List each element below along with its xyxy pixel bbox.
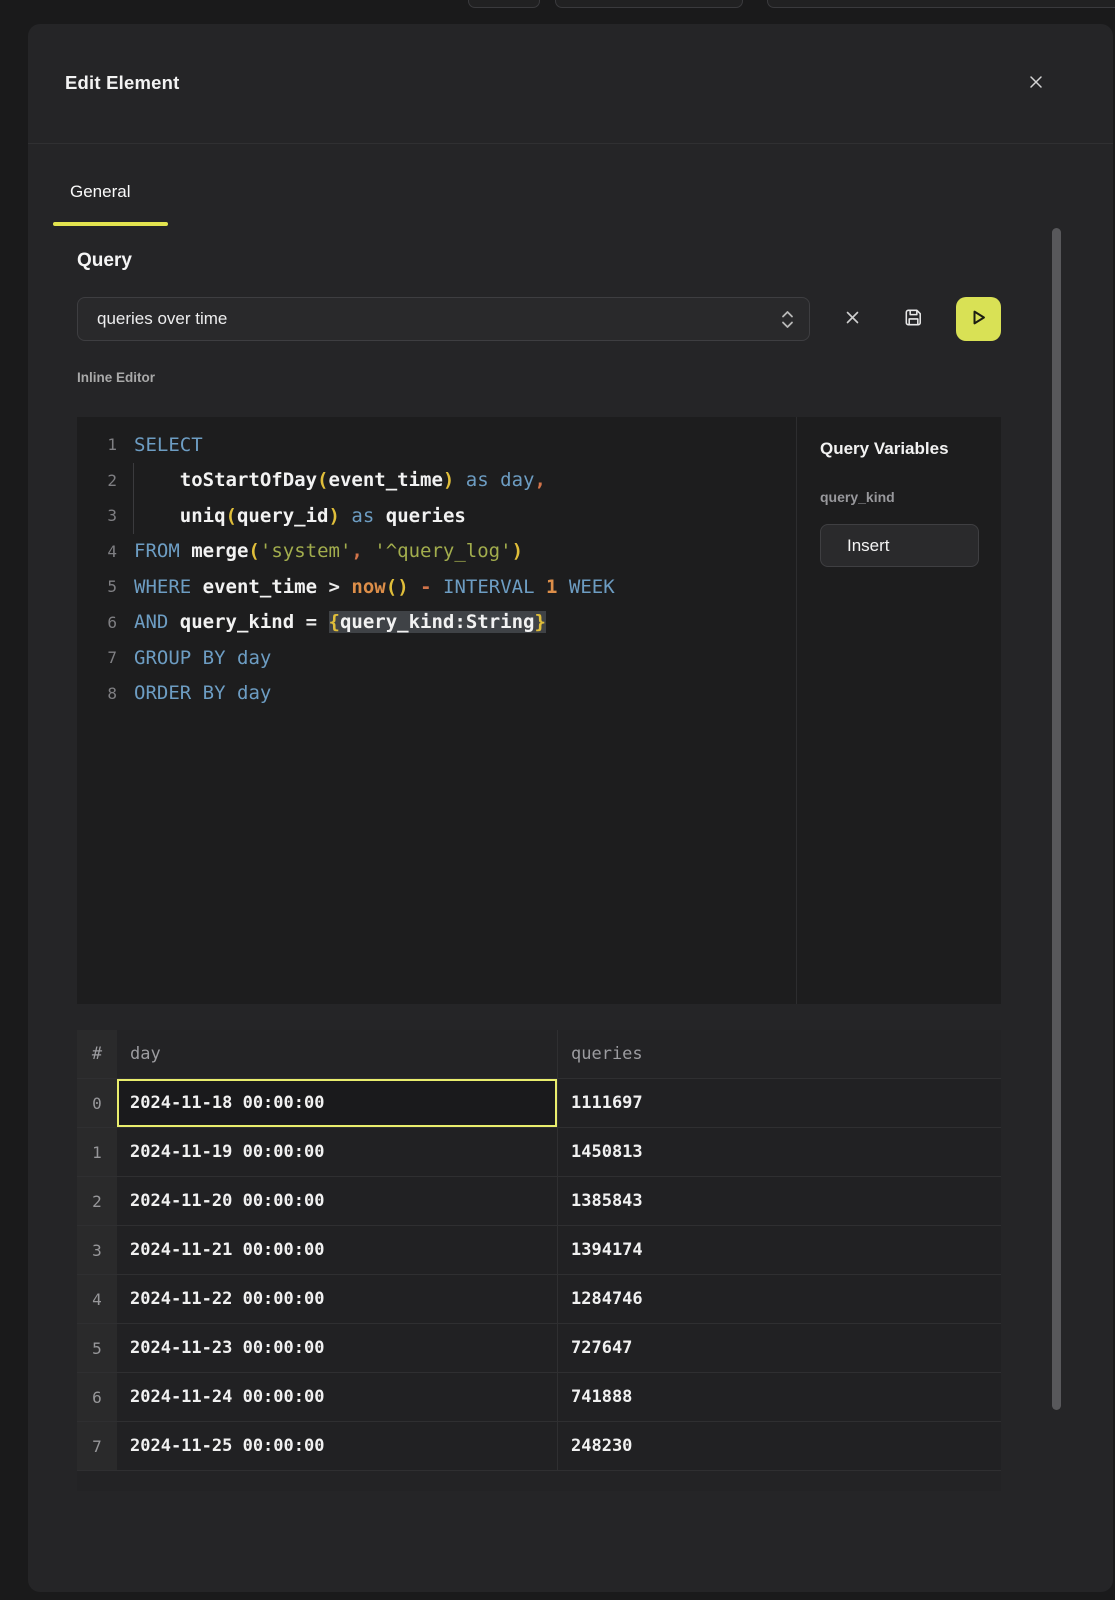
results-table: #dayqueries02024-11-18 00:00:00111169712… <box>77 1030 1001 1491</box>
code-line[interactable]: 7 GROUP BY day <box>77 640 796 676</box>
column-header-day[interactable]: day <box>117 1030 557 1078</box>
chevron-up-down-icon <box>780 308 795 331</box>
code-line[interactable]: 2 toStartOfDay(event_time) as day, <box>77 463 796 499</box>
code-line[interactable]: 8 ORDER BY day <box>77 676 796 712</box>
code-text: uniq(query_id) as queries <box>134 505 466 527</box>
table-row: 22024-11-20 00:00:001385843 <box>77 1176 1001 1225</box>
table-header-row: #dayqueries <box>77 1030 1001 1078</box>
table-row: 72024-11-25 00:00:00248230 <box>77 1421 1001 1470</box>
line-number: 8 <box>77 684 117 703</box>
table-row: 52024-11-23 00:00:00727647 <box>77 1323 1001 1372</box>
query-variables-panel: Query Variables query_kind Insert <box>797 417 1001 1004</box>
row-index: 3 <box>77 1226 117 1274</box>
table-cell[interactable]: 741888 <box>557 1373 1001 1421</box>
background-toolbar-button[interactable] <box>468 0 540 8</box>
query-select-value: queries over time <box>97 309 780 329</box>
code-line[interactable]: 6 AND query_kind = {query_kind:String} <box>77 605 796 641</box>
code-line[interactable]: 4 FROM merge('system', '^query_log') <box>77 534 796 570</box>
background-toolbar-button[interactable] <box>767 0 1115 8</box>
code-line[interactable]: 5 WHERE event_time > now() - INTERVAL 1 W… <box>77 569 796 605</box>
table-row: 42024-11-22 00:00:001284746 <box>77 1274 1001 1323</box>
background-toolbar-button[interactable] <box>555 0 743 8</box>
table-cell[interactable]: 2024-11-19 00:00:00 <box>117 1128 557 1176</box>
sql-editor[interactable]: 1 SELECT 2 toStartOfDay(event_time) as day… <box>77 417 1001 1004</box>
table-cell[interactable]: 2024-11-21 00:00:00 <box>117 1226 557 1274</box>
code-text: WHERE event_time > now() - INTERVAL 1 WE… <box>134 576 615 598</box>
table-cell[interactable]: 2024-11-23 00:00:00 <box>117 1324 557 1372</box>
row-index: 5 <box>77 1324 117 1372</box>
row-index: 6 <box>77 1373 117 1421</box>
code-text: SELECT <box>134 434 203 456</box>
table-cell[interactable]: 1111697 <box>557 1079 1001 1127</box>
line-number: 7 <box>77 648 117 667</box>
table-footer <box>77 1470 1001 1491</box>
clear-query-button[interactable] <box>838 305 866 333</box>
table-cell[interactable]: 1385843 <box>557 1177 1001 1225</box>
line-number: 4 <box>77 542 117 561</box>
table-row: 32024-11-21 00:00:001394174 <box>77 1225 1001 1274</box>
code-text: ORDER BY day <box>134 682 271 704</box>
table-cell[interactable]: 2024-11-20 00:00:00 <box>117 1177 557 1225</box>
play-icon <box>968 307 989 331</box>
line-number: 2 <box>77 471 117 490</box>
table-cell[interactable]: 1394174 <box>557 1226 1001 1274</box>
table-row: 62024-11-24 00:00:00741888 <box>77 1372 1001 1421</box>
close-icon <box>1028 74 1044 93</box>
header-divider <box>28 143 1113 144</box>
active-tab-indicator <box>53 222 168 226</box>
save-icon <box>902 306 925 332</box>
indent-guide <box>133 463 134 534</box>
table-cell[interactable]: 2024-11-22 00:00:00 <box>117 1275 557 1323</box>
column-header-index: # <box>77 1030 117 1078</box>
run-query-button[interactable] <box>956 297 1001 341</box>
table-cell[interactable]: 1450813 <box>557 1128 1001 1176</box>
row-index: 2 <box>77 1177 117 1225</box>
tab-general[interactable]: General <box>70 182 130 202</box>
line-number: 3 <box>77 506 117 525</box>
code-text: GROUP BY day <box>134 647 271 669</box>
table-cell[interactable]: 248230 <box>557 1422 1001 1470</box>
table-cell[interactable]: 2024-11-18 00:00:00 <box>117 1079 557 1127</box>
code-text: AND query_kind = {query_kind:String} <box>134 611 546 633</box>
code-text: FROM merge('system', '^query_log') <box>134 540 523 562</box>
row-index: 0 <box>77 1079 117 1127</box>
code-text: toStartOfDay(event_time) as day, <box>134 469 546 491</box>
table-cell[interactable]: 2024-11-25 00:00:00 <box>117 1422 557 1470</box>
table-cell[interactable]: 2024-11-24 00:00:00 <box>117 1373 557 1421</box>
modal-title: Edit Element <box>65 72 179 94</box>
variable-name-label: query_kind <box>820 489 895 505</box>
table-cell[interactable]: 727647 <box>557 1324 1001 1372</box>
table-row: 12024-11-19 00:00:001450813 <box>77 1127 1001 1176</box>
code-line[interactable]: 3 uniq(query_id) as queries <box>77 498 796 534</box>
inline-editor-label: Inline Editor <box>77 370 155 385</box>
row-index: 7 <box>77 1422 117 1470</box>
clear-icon <box>845 310 860 328</box>
line-number: 5 <box>77 577 117 596</box>
code-line[interactable]: 1 SELECT <box>77 427 796 463</box>
line-number: 1 <box>77 435 117 454</box>
row-index: 4 <box>77 1275 117 1323</box>
row-index: 1 <box>77 1128 117 1176</box>
save-query-button[interactable] <box>895 301 931 337</box>
edit-element-modal: Edit Element General Query queries over … <box>28 24 1113 1592</box>
code-lines[interactable]: 1 SELECT 2 toStartOfDay(event_time) as day… <box>77 417 796 1004</box>
line-number: 6 <box>77 613 117 632</box>
table-cell[interactable]: 1284746 <box>557 1275 1001 1323</box>
column-header-queries[interactable]: queries <box>557 1030 1001 1078</box>
insert-variable-button[interactable]: Insert <box>820 524 979 567</box>
query-select[interactable]: queries over time <box>77 297 810 341</box>
query-variables-heading: Query Variables <box>820 439 949 459</box>
table-row: 02024-11-18 00:00:001111697 <box>77 1078 1001 1127</box>
scrollbar-thumb[interactable] <box>1052 228 1061 1410</box>
close-button[interactable] <box>1020 67 1052 99</box>
query-section-heading: Query <box>77 250 132 272</box>
